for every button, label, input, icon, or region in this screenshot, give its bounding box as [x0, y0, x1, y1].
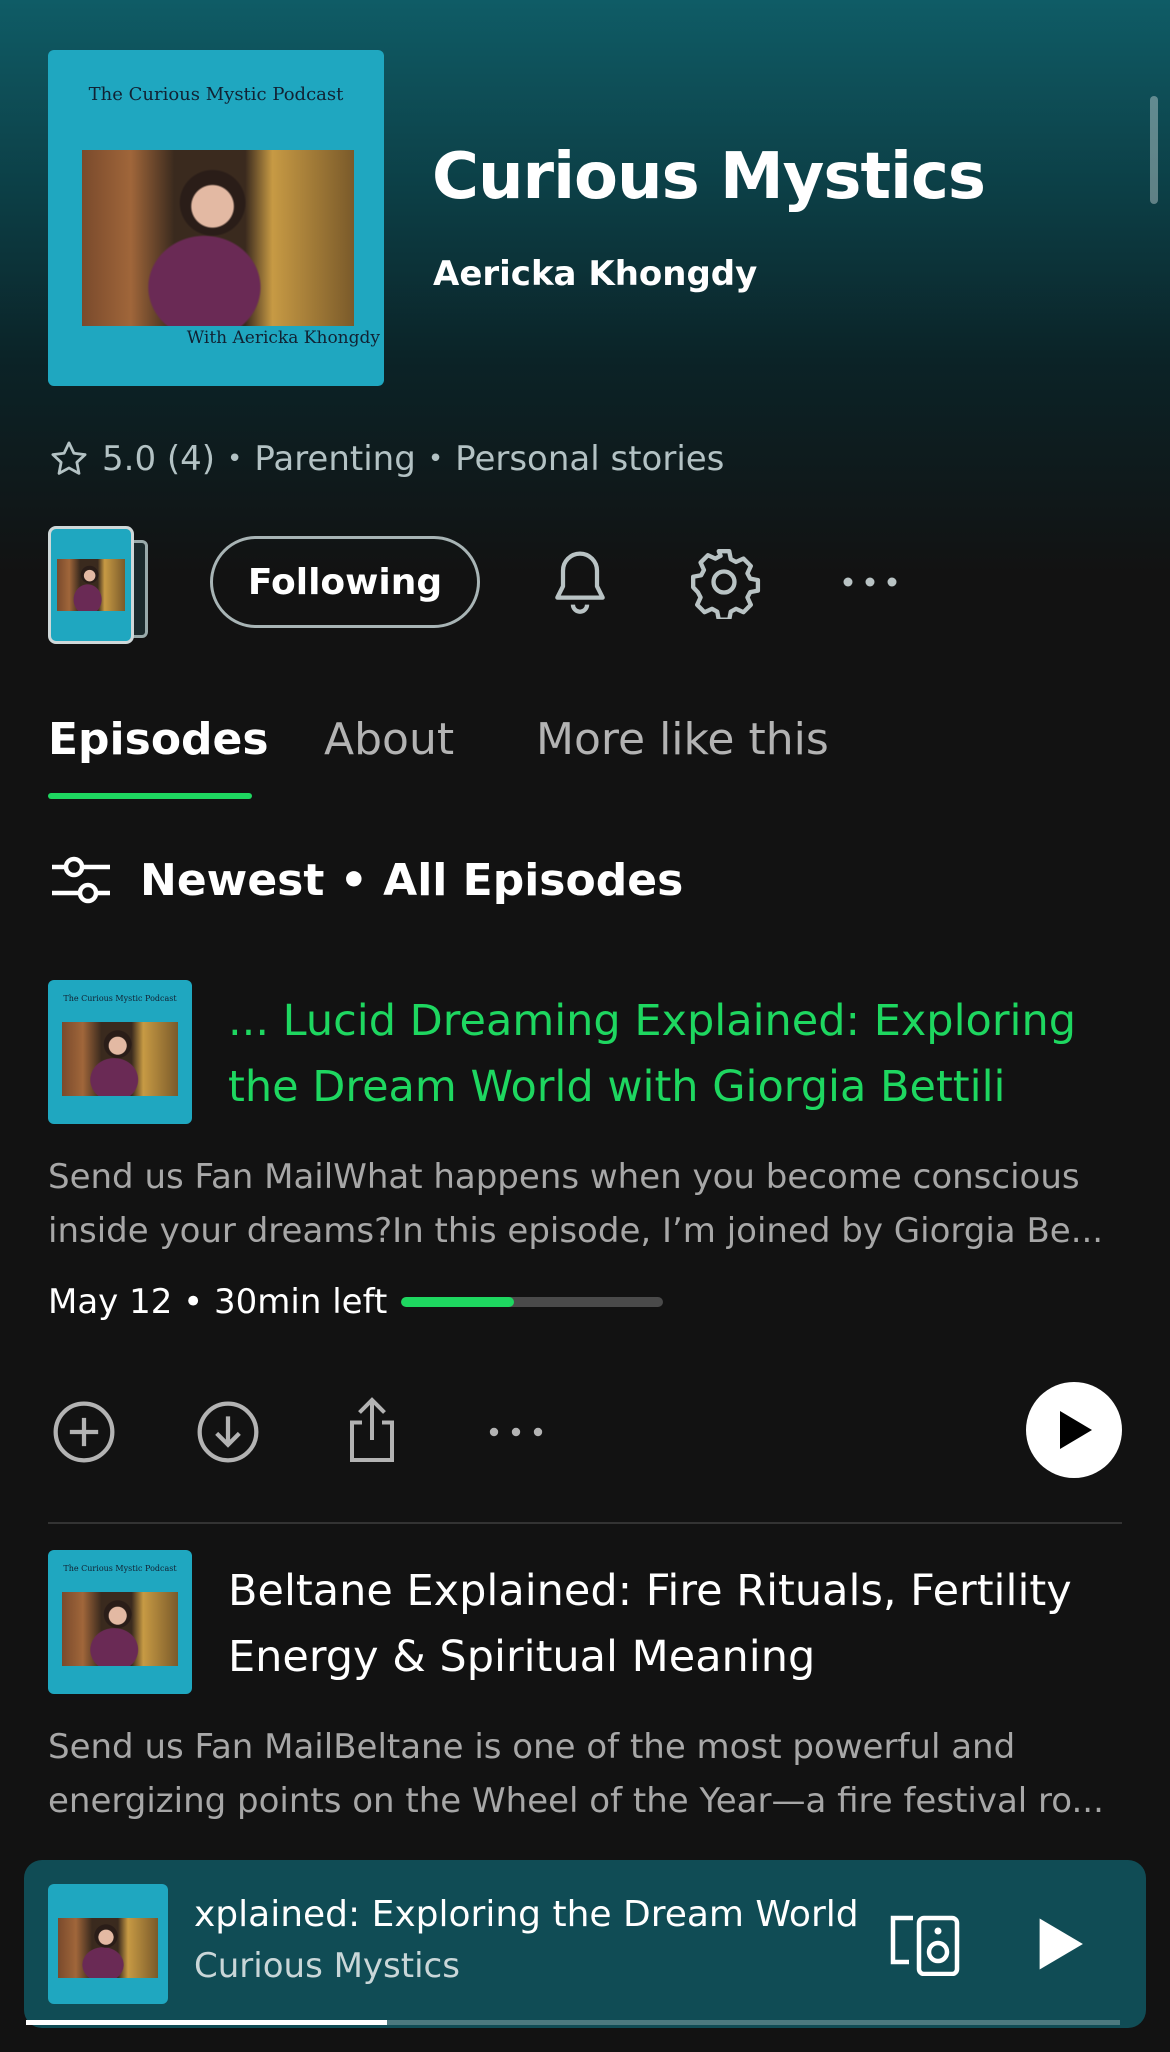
episode-thumbnail[interactable]: The Curious Mystic Podcast	[48, 1550, 192, 1694]
cover-title-text: The Curious Mystic Podcast	[88, 84, 344, 105]
show-author[interactable]: Aericka Khongdy	[433, 254, 757, 294]
episode-title-line: Energy & Spiritual Meaning	[228, 1632, 816, 1682]
more-options-button[interactable]	[830, 540, 910, 624]
show-action-row: Following	[0, 520, 1170, 650]
separator-dot: •	[227, 444, 243, 474]
share-icon	[350, 1397, 394, 1462]
download-circle-icon	[197, 1401, 259, 1463]
tab-episodes[interactable]: Episodes	[48, 714, 269, 765]
cover-photo	[58, 1918, 158, 1978]
episode-play-button[interactable]	[1026, 1382, 1122, 1478]
share-button[interactable]	[336, 1392, 408, 1468]
filter-sliders-icon	[52, 856, 110, 904]
star-icon	[48, 438, 90, 480]
now-playing-bar[interactable]: xplained: Exploring the Dream World Curi…	[24, 1860, 1146, 2028]
devices-icon	[890, 1915, 960, 1976]
now-playing-show: Curious Mystics	[194, 1946, 460, 1986]
episode-title-line: Beltane Explained: Fire Rituals, Fertili…	[228, 1566, 1072, 1616]
play-icon	[1039, 1918, 1083, 1970]
episode-desc-line: inside your dreams?In this episode, I’m …	[48, 1211, 1104, 1251]
cover-byline-text: With Aericka Khongdy	[186, 328, 380, 348]
show-title: Curious Mystics	[432, 140, 986, 214]
sort-filter-button[interactable]: Newest • All Episodes	[48, 852, 683, 908]
category-link[interactable]: Personal stories	[455, 439, 724, 479]
tab-about[interactable]: About	[324, 714, 454, 765]
connect-device-button[interactable]	[884, 1904, 964, 1984]
episode-desc-line: Send us Fan MailBeltane is one of the mo…	[48, 1727, 1016, 1767]
cover-title-text: The Curious Mystic Podcast	[63, 994, 177, 1003]
settings-button[interactable]	[684, 540, 764, 624]
episode-title-line: ... Lucid Dreaming Explained: Exploring	[228, 996, 1077, 1046]
episode-description[interactable]: Send us Fan MailBeltane is one of the mo…	[48, 1720, 1128, 1828]
episode-desc-line: Send us Fan MailWhat happens when you be…	[48, 1157, 1080, 1197]
add-to-library-button[interactable]	[48, 1396, 120, 1468]
episode-stack-thumbnail[interactable]	[48, 526, 148, 644]
download-button[interactable]	[192, 1396, 264, 1468]
episode-title-line: the Dream World with Giorgia Bettili	[228, 1062, 1006, 1112]
now-playing-progress	[26, 2020, 1120, 2025]
ellipsis-icon	[843, 577, 897, 587]
now-playing-title: xplained: Exploring the Dream World	[194, 1894, 858, 1935]
plus-circle-icon	[53, 1401, 115, 1463]
following-button[interactable]: Following	[210, 536, 480, 628]
scrollbar[interactable]	[1150, 96, 1158, 204]
category-link[interactable]: Parenting	[254, 439, 415, 479]
episode-desc-line: energizing points on the Wheel of the Ye…	[48, 1781, 1104, 1821]
episode-meta: May 12 • 30min left	[48, 1282, 664, 1322]
cover-photo	[62, 1022, 178, 1096]
stack-front-cover	[48, 526, 134, 644]
episode-date-remaining: May 12 • 30min left	[48, 1282, 388, 1322]
show-cover-art: The Curious Mystic Podcast With Aericka …	[48, 50, 384, 386]
gear-icon	[691, 549, 761, 619]
episode-description[interactable]: Send us Fan MailWhat happens when you be…	[48, 1150, 1128, 1258]
episode-thumbnail[interactable]: The Curious Mystic Podcast	[48, 980, 192, 1124]
cover-title-text: The Curious Mystic Podcast	[63, 1564, 177, 1573]
notification-bell-button[interactable]	[540, 540, 620, 624]
play-icon	[1060, 1411, 1092, 1449]
episode-progress-fill	[401, 1297, 514, 1307]
player-play-button[interactable]	[1020, 1904, 1100, 1984]
now-playing-progress-fill	[26, 2020, 388, 2025]
active-tab-indicator	[48, 793, 252, 799]
separator-dot: •	[427, 444, 444, 474]
rating-text[interactable]: 5.0 (4)	[102, 439, 215, 479]
cover-photo	[82, 150, 354, 326]
cover-photo	[57, 559, 125, 611]
episode-more-button[interactable]	[476, 1412, 556, 1452]
episode-divider	[48, 1522, 1122, 1524]
ellipsis-icon	[489, 1427, 543, 1437]
bell-icon	[555, 551, 605, 614]
now-playing-thumbnail	[48, 1884, 168, 2004]
cover-photo	[62, 1592, 178, 1666]
episode-title[interactable]: ... Lucid Dreaming Explained: Exploring …	[228, 988, 1118, 1120]
episode-title[interactable]: Beltane Explained: Fire Rituals, Fertili…	[228, 1558, 1118, 1690]
sort-label: Newest • All Episodes	[140, 854, 684, 906]
show-meta-row: 5.0 (4) • Parenting • Personal stories	[48, 438, 724, 480]
tab-more-like-this[interactable]: More like this	[536, 714, 829, 765]
episode-progress-bar	[401, 1297, 664, 1307]
